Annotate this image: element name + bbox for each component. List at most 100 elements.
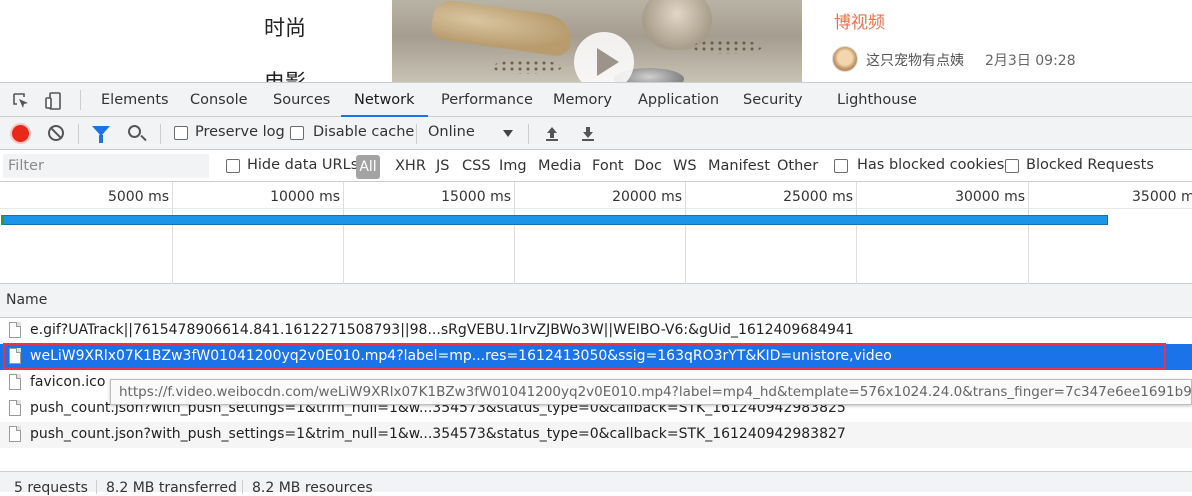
file-icon	[9, 322, 21, 338]
table-row[interactable]: e.gif?UATrack||7615478906614.841.1612271…	[0, 318, 1192, 344]
tab-lighthouse[interactable]: Lighthouse	[837, 83, 917, 116]
chevron-down-icon[interactable]	[503, 130, 513, 137]
status-request-count: 5 requests	[14, 480, 88, 496]
video-link[interactable]: 博视频	[834, 8, 885, 33]
type-filter-all[interactable]: All	[356, 155, 380, 179]
overview-tick-label: 30000 ms	[955, 189, 1025, 205]
overview-tick-label: 35000 ms	[1132, 189, 1192, 205]
preserve-log-checkbox[interactable]	[174, 126, 188, 140]
export-har-icon[interactable]	[581, 126, 595, 142]
network-overview[interactable]: 5000 ms 10000 ms 15000 ms 20000 ms 25000…	[0, 182, 1192, 284]
type-filter-ws[interactable]: WS	[673, 158, 697, 174]
throttling-select[interactable]: Online	[428, 124, 475, 140]
type-filter-xhr[interactable]: XHR	[395, 158, 426, 174]
tab-application[interactable]: Application	[638, 83, 719, 116]
overview-tick-label: 10000 ms	[270, 189, 340, 205]
request-name: favicon.ico	[30, 374, 106, 390]
devtools-panel: Elements Console Sources Network Perform…	[0, 82, 1192, 496]
tab-elements[interactable]: Elements	[101, 83, 169, 116]
kibble-image	[692, 40, 762, 54]
blocked-requests-label: Blocked Requests	[1026, 157, 1154, 173]
preserve-log-label: Preserve log	[195, 124, 285, 140]
category-fashion[interactable]: 时尚	[264, 12, 306, 42]
post-time: 2月3日 09:28	[985, 53, 1076, 69]
type-filter-other[interactable]: Other	[777, 158, 818, 174]
dog-image	[429, 0, 575, 58]
url-tooltip: https://f.video.weibocdn.com/weLiW9XRlx0…	[110, 379, 1192, 405]
record-icon[interactable]	[12, 125, 29, 142]
toolbar-divider	[78, 124, 79, 144]
toolbar-divider	[80, 90, 81, 110]
clear-icon[interactable]	[48, 125, 64, 141]
filter-input[interactable]	[3, 154, 209, 178]
overview-grid-line	[1028, 182, 1029, 284]
overview-grid-line	[685, 182, 686, 284]
type-filter-doc[interactable]: Doc	[634, 158, 662, 174]
file-icon	[9, 348, 21, 364]
tab-security[interactable]: Security	[743, 83, 803, 116]
inspect-element-icon[interactable]	[11, 91, 31, 111]
request-name: weLiW9XRlx07K1BZw3fW01041200yq2v0E010.mp…	[30, 348, 892, 364]
play-icon[interactable]	[574, 32, 634, 82]
tab-console[interactable]: Console	[190, 83, 248, 116]
import-har-icon[interactable]	[545, 126, 559, 142]
overview-tick-label: 15000 ms	[441, 189, 511, 205]
toolbar-divider	[416, 124, 417, 144]
has-blocked-cookies-checkbox[interactable]	[834, 159, 848, 173]
category-movie[interactable]: 电影	[264, 66, 306, 82]
tab-performance[interactable]: Performance	[441, 83, 533, 116]
type-filter-font[interactable]: Font	[592, 158, 624, 174]
network-toolbar: Preserve log Disable cache Online	[0, 117, 1192, 150]
requests-table-header: Name	[0, 284, 1192, 318]
tab-memory[interactable]: Memory	[553, 83, 612, 116]
status-bar: 5 requests 8.2 MB transferred 8.2 MB res…	[0, 471, 1192, 496]
web-page-area: 时尚 电影 博视频 这只宠物有点姨 2月3日 09:28	[0, 0, 1192, 82]
video-thumbnail[interactable]	[392, 0, 802, 82]
overview-divider	[0, 208, 1192, 209]
search-icon[interactable]	[128, 125, 141, 138]
filter-icon[interactable]	[92, 126, 110, 143]
type-filter-media[interactable]: Media	[538, 158, 582, 174]
filter-bar: Hide data URLs All XHR JS CSS Img Media …	[0, 150, 1192, 182]
overview-request-bar	[1, 215, 1108, 225]
hide-data-urls-label: Hide data URLs	[247, 157, 359, 173]
column-name-header[interactable]: Name	[6, 292, 47, 308]
blocked-requests-checkbox[interactable]	[1005, 159, 1019, 173]
table-row-selected[interactable]: weLiW9XRlx07K1BZw3fW01041200yq2v0E010.mp…	[0, 344, 1192, 370]
table-row[interactable]: push_count.json?with_push_settings=1&tri…	[0, 422, 1192, 448]
toolbar-divider	[160, 124, 161, 144]
status-resources: 8.2 MB resources	[252, 480, 373, 496]
tab-network[interactable]: Network	[341, 83, 428, 117]
tab-sources[interactable]: Sources	[273, 83, 330, 116]
tooltip-url-text: https://f.video.weibocdn.com/weLiW9XRlx0…	[119, 384, 1192, 400]
type-filter-css[interactable]: CSS	[462, 158, 491, 174]
request-name: e.gif?UATrack||7615478906614.841.1612271…	[30, 322, 854, 338]
status-transferred: 8.2 MB transferred	[106, 480, 237, 496]
disable-cache-checkbox[interactable]	[290, 126, 304, 140]
file-icon	[9, 426, 21, 442]
disable-cache-label: Disable cache	[313, 124, 415, 140]
request-name: push_count.json?with_push_settings=1&tri…	[30, 426, 846, 442]
status-divider	[96, 480, 97, 494]
overview-request-bar-start	[1, 215, 4, 225]
overview-tick-label: 5000 ms	[107, 189, 169, 205]
status-divider	[242, 480, 243, 494]
has-blocked-cookies-label: Has blocked cookies	[857, 157, 1005, 173]
overview-tick-label: 20000 ms	[612, 189, 682, 205]
author-name[interactable]: 这只宠物有点姨	[866, 50, 964, 70]
hide-data-urls-checkbox[interactable]	[226, 159, 240, 173]
devtools-tab-bar: Elements Console Sources Network Perform…	[0, 83, 1192, 117]
toolbar-divider	[528, 124, 529, 144]
type-filter-js[interactable]: JS	[436, 158, 449, 174]
overview-grid-line	[856, 182, 857, 284]
overview-grid-line	[514, 182, 515, 284]
device-toolbar-icon[interactable]	[44, 91, 64, 111]
file-icon	[9, 400, 21, 416]
file-icon	[9, 374, 21, 390]
kibble-image	[492, 60, 562, 74]
avatar[interactable]	[832, 46, 858, 72]
type-filter-img[interactable]: Img	[499, 158, 527, 174]
overview-tick-label: 25000 ms	[783, 189, 853, 205]
overview-grid-line	[172, 182, 173, 284]
type-filter-manifest[interactable]: Manifest	[708, 158, 770, 174]
